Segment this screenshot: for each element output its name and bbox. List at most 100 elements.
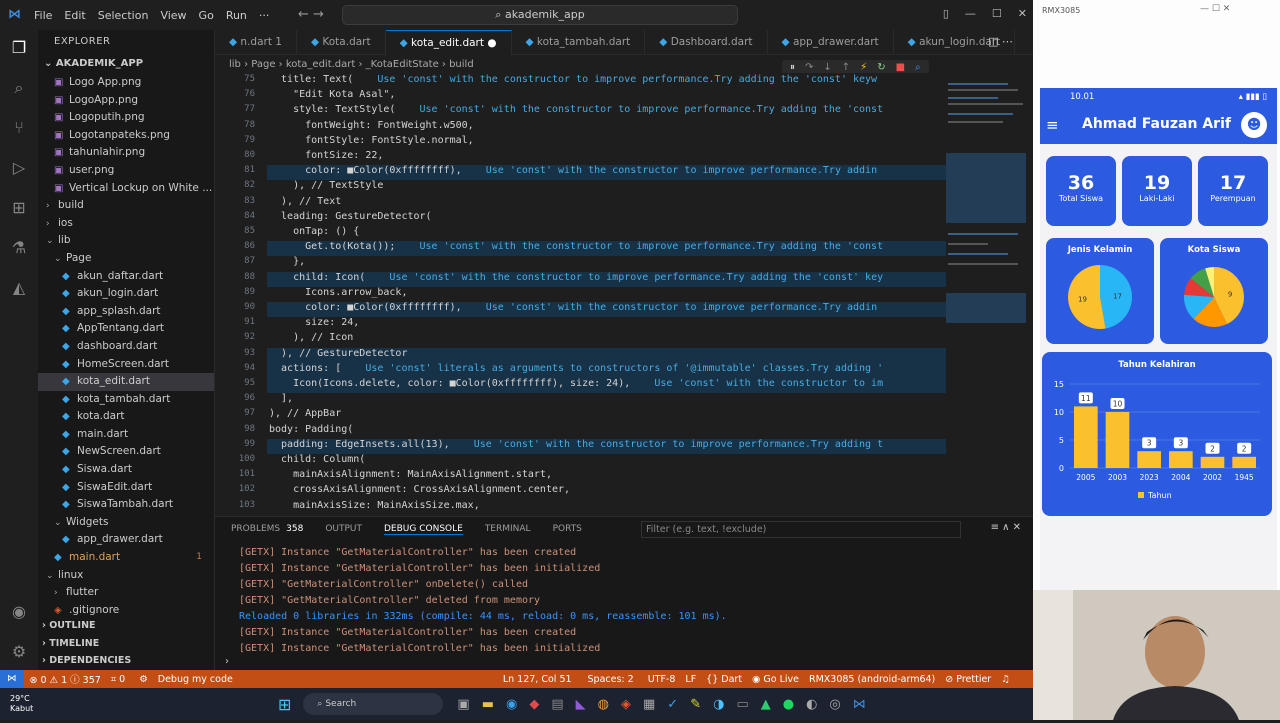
tree-file[interactable]: ◆ AppTentang.dart — [38, 320, 214, 338]
code-line[interactable]: ), // TextStyle — [269, 180, 383, 191]
step-over-icon[interactable]: ↷ — [805, 62, 813, 73]
task-view-icon[interactable]: ▣ — [457, 697, 469, 712]
app6-icon[interactable]: ▭ — [736, 697, 748, 712]
code-line[interactable]: body: Padding( — [269, 424, 353, 435]
edge-icon[interactable]: ◉ — [506, 697, 517, 712]
code-line[interactable]: Get.to(Kota()); Use 'const' with the con… — [269, 241, 883, 252]
maximize-icon[interactable]: ☐ — [992, 7, 1002, 20]
code-line[interactable]: ), // Text — [269, 196, 341, 207]
editor-tab[interactable]: ◆ app_drawer.dart — [768, 30, 894, 55]
app-icon[interactable]: ◆ — [529, 697, 539, 712]
step-into-icon[interactable]: ↓ — [823, 62, 831, 73]
eol[interactable]: LF — [685, 674, 696, 685]
file-explorer-icon[interactable]: ▬ — [482, 697, 494, 712]
cursor-position[interactable]: Ln 127, Col 51 — [503, 674, 572, 685]
code-line[interactable]: size: 24, — [269, 317, 359, 328]
sidebar-section-outline[interactable]: › OUTLINE — [38, 617, 214, 635]
split-editor-icon[interactable]: ◫ ⋯ — [988, 35, 1013, 48]
tree-file[interactable]: ◆ akun_login.dart — [38, 285, 214, 303]
minimap[interactable] — [946, 73, 1026, 513]
restart-icon[interactable]: ↻ — [877, 62, 885, 73]
code-line[interactable]: color: ■Color(0xffffffff), Use 'const' w… — [269, 165, 877, 176]
git-icon[interactable]: ◈ — [621, 697, 631, 712]
editor-tab[interactable]: ◆ kota_tambah.dart — [512, 30, 646, 55]
weather-widget[interactable]: 29°C Kabut — [10, 694, 90, 714]
tree-file[interactable]: ▣ LogoApp.png — [38, 92, 214, 110]
hamburger-menu-icon[interactable]: ≡ — [1046, 116, 1059, 134]
tree-file[interactable]: ▣ user.png — [38, 162, 214, 180]
sidebar-section-dependencies[interactable]: › DEPENDENCIES — [38, 652, 214, 670]
code-line[interactable]: ), // GestureDetector — [269, 348, 407, 359]
tree-file[interactable]: ▣ Vertical Lockup on White ... — [38, 180, 214, 198]
code-line[interactable]: leading: GestureDetector( — [269, 211, 432, 222]
spotify-icon[interactable]: ● — [783, 697, 794, 712]
code-line[interactable]: child: Column( — [269, 454, 365, 465]
tree-folder[interactable]: ⌄ lib — [38, 232, 214, 250]
editor-tab[interactable]: ◆ Dashboard.dart — [645, 30, 768, 55]
tree-folder[interactable]: ⌄ Widgets — [38, 514, 214, 532]
testing-icon[interactable]: ⚗ — [9, 238, 29, 258]
tree-file[interactable]: ▣ Logo App.png — [38, 74, 214, 92]
tree-file[interactable]: ◆ app_splash.dart — [38, 303, 214, 321]
code-line[interactable]: color: ■Color(0xffffffff), Use 'const' w… — [269, 302, 877, 313]
sidebar-section-timeline[interactable]: › TIMELINE — [38, 635, 214, 653]
tree-file[interactable]: ◆ akun_daftar.dart — [38, 268, 214, 286]
tree-file[interactable]: ◆ kota.dart — [38, 408, 214, 426]
code-line[interactable]: "Edit Kota Asal", — [269, 89, 395, 100]
tree-file[interactable]: ◆ kota_edit.dart — [38, 373, 214, 391]
tree-folder[interactable]: › flutter — [38, 584, 214, 602]
search-icon[interactable]: ⌕ — [9, 78, 29, 98]
debug-config[interactable]: Debug my code — [158, 674, 233, 685]
go-live[interactable]: ◉ Go Live — [752, 674, 799, 685]
problems-status[interactable]: ⊗ 0 ⚠ 1 ⓘ 357 — [30, 672, 101, 686]
menu-item[interactable]: Go — [199, 9, 214, 22]
ports-status[interactable]: ⌗ 0 — [111, 674, 125, 685]
editor-tab[interactable]: ◆ Kota.dart — [297, 30, 386, 55]
language-mode[interactable]: {} Dart — [706, 674, 742, 685]
android-icon[interactable]: ▲ — [761, 697, 771, 712]
visual-studio-icon[interactable]: ◣ — [576, 697, 586, 712]
user-avatar-icon[interactable]: ☻ — [1241, 112, 1267, 138]
tree-file[interactable]: ◆ app_drawer.dart — [38, 531, 214, 549]
menu-item[interactable]: Selection — [98, 9, 149, 22]
project-header[interactable]: ⌄ AKADEMIK_APP — [38, 54, 214, 74]
flutter-device[interactable]: RMX3085 (android-arm64) — [809, 674, 935, 685]
store-icon[interactable]: ▤ — [551, 697, 563, 712]
panel-tab[interactable]: DEBUG CONSOLE — [384, 524, 463, 535]
console-filter-input[interactable]: Filter (e.g. text, !exclude) — [641, 521, 961, 538]
tree-folder[interactable]: › ios — [38, 215, 214, 233]
tree-file[interactable]: ◆ SiswaEdit.dart — [38, 479, 214, 497]
chrome-icon[interactable]: ◍ — [598, 697, 609, 712]
code-line[interactable]: ], — [269, 393, 293, 404]
code-line[interactable]: padding: EdgeInsets.all(13), Use 'const'… — [269, 439, 883, 450]
tree-folder[interactable]: › build — [38, 197, 214, 215]
code-line[interactable]: Icon(Icons.delete, color: ■Color(0xfffff… — [269, 378, 883, 389]
app4-icon[interactable]: ✎ — [690, 697, 701, 712]
tree-file[interactable]: ◆ kota_tambah.dart — [38, 391, 214, 409]
tree-file[interactable]: ◆ dashboard.dart — [38, 338, 214, 356]
stop-icon[interactable]: ■ — [896, 62, 905, 73]
menu-item[interactable]: Edit — [64, 9, 85, 22]
unsaved-dot-icon[interactable]: ● — [484, 37, 496, 49]
encoding[interactable]: UTF-8 — [648, 674, 676, 685]
panel-tab[interactable]: PROBLEMS — [231, 524, 280, 534]
app5-icon[interactable]: ◑ — [713, 697, 724, 712]
code-line[interactable]: style: TextStyle( Use 'const' with the c… — [269, 104, 883, 115]
menu-item[interactable]: Run — [226, 9, 247, 22]
layout-icon[interactable]: ▯ — [943, 7, 949, 20]
code-line[interactable]: mainAxisSize: MainAxisSize.max, — [269, 500, 480, 511]
tree-file[interactable]: ▣ tahunlahir.png — [38, 144, 214, 162]
minimize-icon[interactable]: — — [965, 7, 976, 20]
settings-gear-icon[interactable]: ⚙ — [9, 642, 29, 662]
tree-folder[interactable]: ⌄ linux — [38, 567, 214, 585]
code-editor[interactable]: 75 title: Text( Use 'const' with the con… — [215, 73, 1033, 513]
debug-status-icon[interactable]: ⚙ — [139, 674, 148, 685]
emulator-window-controls-icon[interactable]: — ☐ ✕ — [1200, 4, 1230, 14]
code-line[interactable]: fontSize: 22, — [269, 150, 383, 161]
flutter-icon[interactable]: ◭ — [9, 278, 29, 298]
explorer-icon[interactable]: ❐ — [9, 38, 29, 58]
code-line[interactable]: mainAxisAlignment: MainAxisAlignment.sta… — [269, 469, 552, 480]
menu-item[interactable]: File — [34, 9, 52, 22]
app7-icon[interactable]: ◐ — [806, 697, 817, 712]
tree-file[interactable]: ◆ SiswaTambah.dart — [38, 496, 214, 514]
